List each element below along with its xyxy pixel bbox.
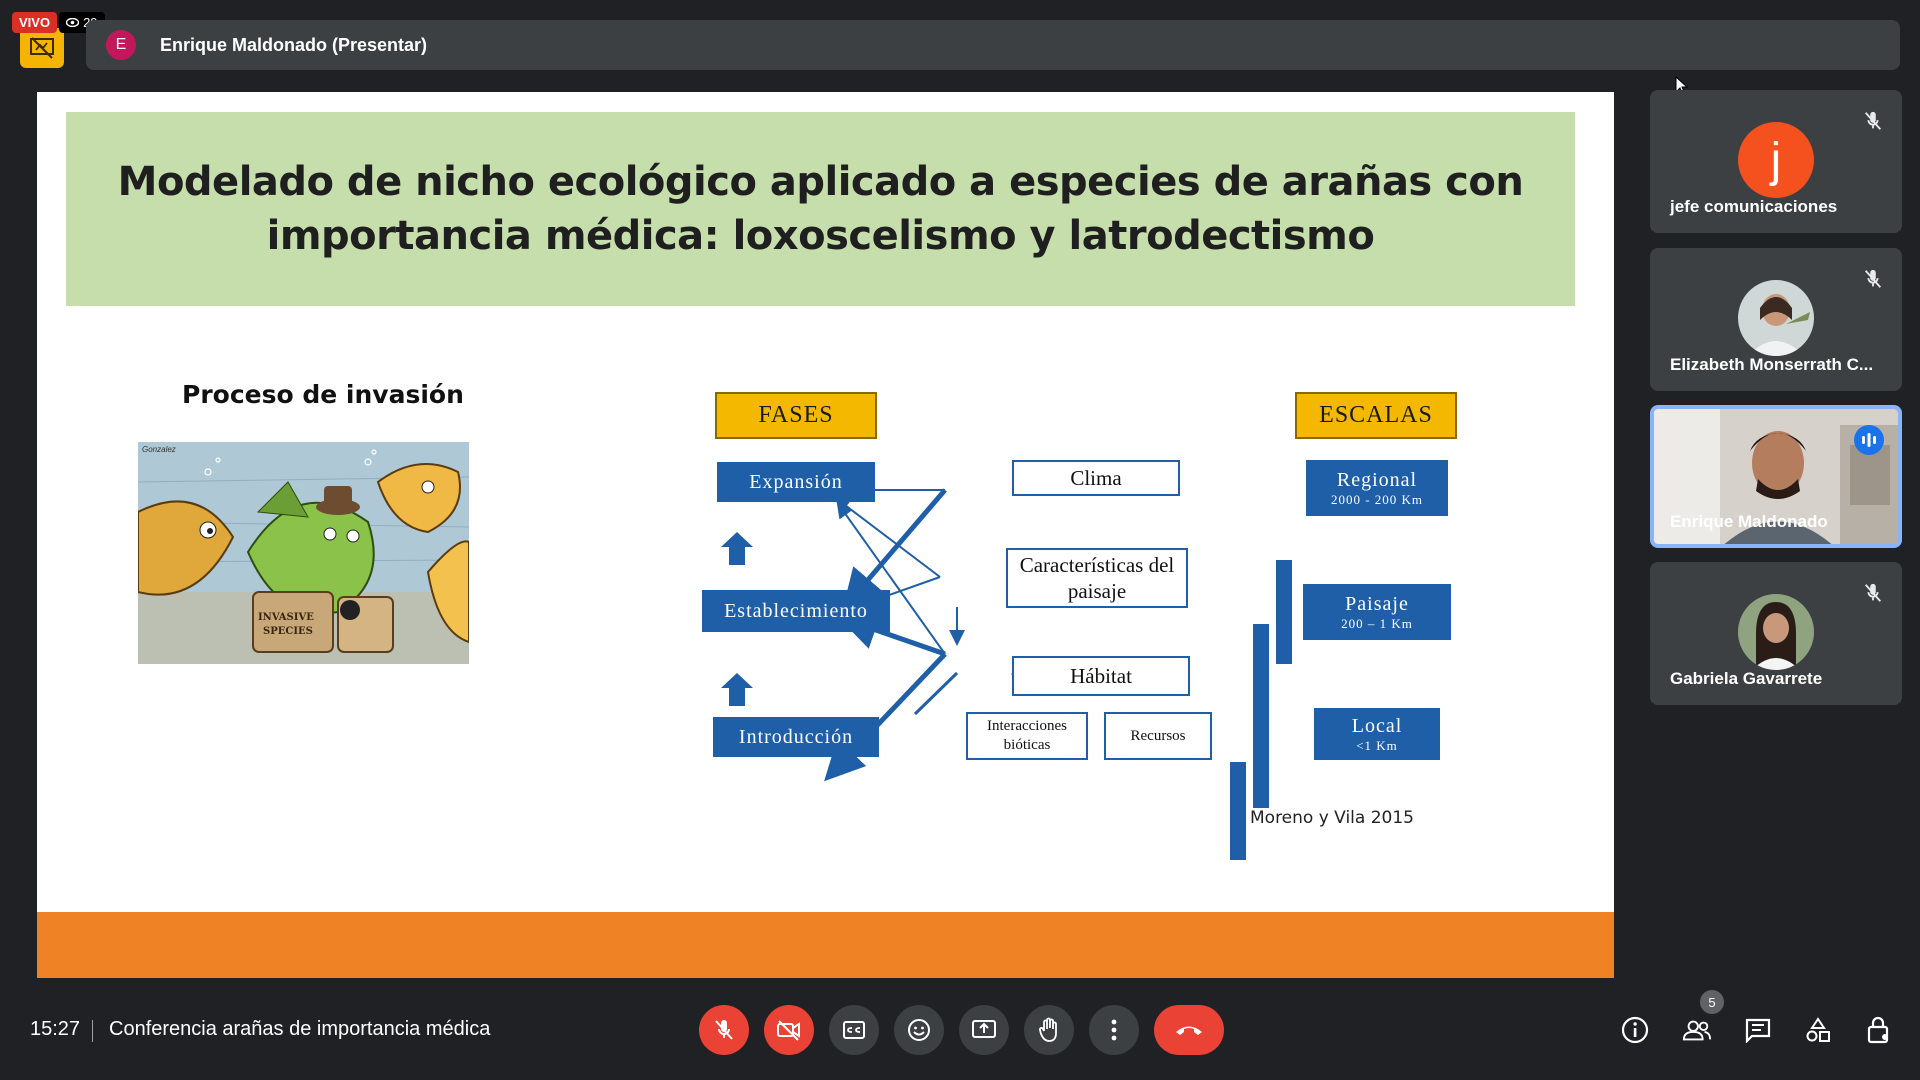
svg-text:SPECIES: SPECIES bbox=[263, 626, 313, 637]
avatar bbox=[1738, 280, 1814, 356]
slide-citation: Moreno y Vila 2015 bbox=[1250, 808, 1414, 828]
camera-off-icon bbox=[777, 1020, 800, 1041]
avatar: j bbox=[1738, 122, 1814, 198]
slide-footer-band bbox=[37, 912, 1614, 978]
cartoon-signature: Gonzalez bbox=[142, 445, 176, 454]
scale-regional: Regional 2000 - 200 Km bbox=[1306, 460, 1448, 516]
user-photo-icon bbox=[1738, 280, 1814, 356]
present-icon bbox=[972, 1020, 996, 1038]
mic-off-icon bbox=[1864, 269, 1882, 288]
toggle-camera-button[interactable] bbox=[764, 1005, 814, 1055]
raise-hand-icon bbox=[1039, 1017, 1057, 1042]
mic-off-icon bbox=[1864, 111, 1882, 130]
raise-hand-button[interactable] bbox=[1024, 1005, 1074, 1055]
factor-habitat: Hábitat bbox=[1012, 656, 1190, 696]
fish-cartoon-image: INVASIVE SPECIES Gonzalez bbox=[138, 442, 469, 664]
invasion-phases-diagram: FASES ESCALAS Expansión Establecimiento … bbox=[657, 392, 1497, 872]
show-everyone-button[interactable] bbox=[1682, 1015, 1712, 1045]
activities-icon bbox=[1806, 1017, 1830, 1042]
participant-name: Gabriela Gavarrete bbox=[1670, 669, 1823, 688]
toggle-microphone-button[interactable] bbox=[699, 1005, 749, 1055]
captions-icon bbox=[843, 1021, 865, 1039]
slide-title-box: Modelado de nicho ecológico aplicado a e… bbox=[66, 112, 1575, 306]
scale-paisaje-range: 200 – 1 Km bbox=[1341, 615, 1413, 631]
speaking-indicator-icon bbox=[1854, 425, 1884, 455]
presenter-title: Enrique Maldonado (Presentar) bbox=[160, 34, 428, 55]
fases-header: FASES bbox=[715, 392, 877, 439]
screen-share-off-icon bbox=[30, 37, 54, 59]
captions-button[interactable] bbox=[829, 1005, 879, 1055]
factor-interacciones-bioticas: Interacciones bióticas bbox=[966, 712, 1088, 760]
scale-regional-label: Regional bbox=[1336, 468, 1418, 491]
scale-paisaje: Paisaje 200 – 1 Km bbox=[1303, 584, 1451, 640]
more-options-button[interactable] bbox=[1089, 1005, 1139, 1055]
host-controls-icon bbox=[1867, 1016, 1889, 1044]
participant-tile-jefe[interactable]: j jefe comunicaciones bbox=[1650, 90, 1902, 233]
host-controls-button[interactable] bbox=[1863, 1015, 1893, 1045]
mic-off-icon bbox=[1864, 583, 1882, 602]
user-photo-icon bbox=[1738, 594, 1814, 670]
mic-off-icon bbox=[715, 1020, 733, 1040]
proceso-invasion-label: Proceso de invasión bbox=[182, 380, 464, 409]
end-call-icon bbox=[1176, 1026, 1202, 1035]
phase-introduccion: Introducción bbox=[713, 717, 879, 757]
recording-icon[interactable] bbox=[20, 28, 64, 68]
participant-tile-elizabeth[interactable]: Elizabeth Monserrath C... bbox=[1650, 248, 1902, 391]
factor-clima: Clima bbox=[1012, 460, 1180, 496]
emoji-icon bbox=[908, 1019, 930, 1041]
eye-icon bbox=[66, 18, 80, 27]
factor-caracteristicas-paisaje: Características del paisaje bbox=[1006, 548, 1188, 608]
meeting-details-button[interactable] bbox=[1620, 1015, 1650, 1045]
live-badge: VIVO bbox=[12, 12, 58, 33]
divider bbox=[92, 1020, 93, 1042]
participant-name: Elizabeth Monserrath C... bbox=[1670, 355, 1874, 374]
participant-tile-enrique[interactable]: Enrique Maldonado bbox=[1650, 405, 1902, 548]
invasive-species-cartoon: INVASIVE SPECIES Gonzalez bbox=[138, 442, 469, 664]
escalas-header: ESCALAS bbox=[1295, 392, 1457, 439]
people-icon bbox=[1682, 1020, 1712, 1041]
scale-local-range: <1 Km bbox=[1356, 737, 1398, 753]
presentation-slide: Modelado de nicho ecológico aplicado a e… bbox=[37, 92, 1614, 978]
scale-local: Local <1 Km bbox=[1314, 708, 1440, 760]
participant-name: jefe comunicaciones bbox=[1670, 197, 1838, 216]
factor-recursos: Recursos bbox=[1104, 712, 1212, 760]
avatar bbox=[1738, 594, 1814, 670]
audio-level-icon bbox=[1862, 433, 1876, 447]
more-options-icon bbox=[1111, 1019, 1117, 1041]
info-icon bbox=[1621, 1016, 1649, 1044]
scale-paisaje-label: Paisaje bbox=[1345, 592, 1409, 615]
cartoon-suitcase-label: INVASIVE bbox=[258, 612, 314, 623]
activities-button[interactable] bbox=[1803, 1015, 1833, 1045]
reactions-button[interactable] bbox=[894, 1005, 944, 1055]
present-screen-button[interactable] bbox=[959, 1005, 1009, 1055]
participant-tile-gabriela[interactable]: Gabriela Gavarrete bbox=[1650, 562, 1902, 705]
phase-expansion: Expansión bbox=[717, 462, 875, 502]
meeting-title: Conferencia arañas de importancia médica bbox=[109, 1018, 491, 1040]
slide-title: Modelado de nicho ecológico aplicado a e… bbox=[117, 159, 1524, 259]
people-count-badge: 5 bbox=[1700, 990, 1724, 1014]
presenter-avatar: E bbox=[106, 30, 136, 60]
scale-regional-range: 2000 - 200 Km bbox=[1330, 491, 1424, 507]
presenter-bar: E Enrique Maldonado (Presentar) bbox=[86, 20, 1900, 70]
end-call-button[interactable] bbox=[1154, 1005, 1224, 1055]
participant-name: Enrique Maldonado bbox=[1670, 512, 1828, 531]
scale-local-label: Local bbox=[1351, 714, 1403, 737]
chat-button[interactable] bbox=[1743, 1015, 1773, 1045]
phase-establecimiento: Establecimiento bbox=[702, 590, 890, 632]
meeting-clock: 15:27 bbox=[30, 1018, 81, 1040]
chat-icon bbox=[1745, 1018, 1771, 1043]
